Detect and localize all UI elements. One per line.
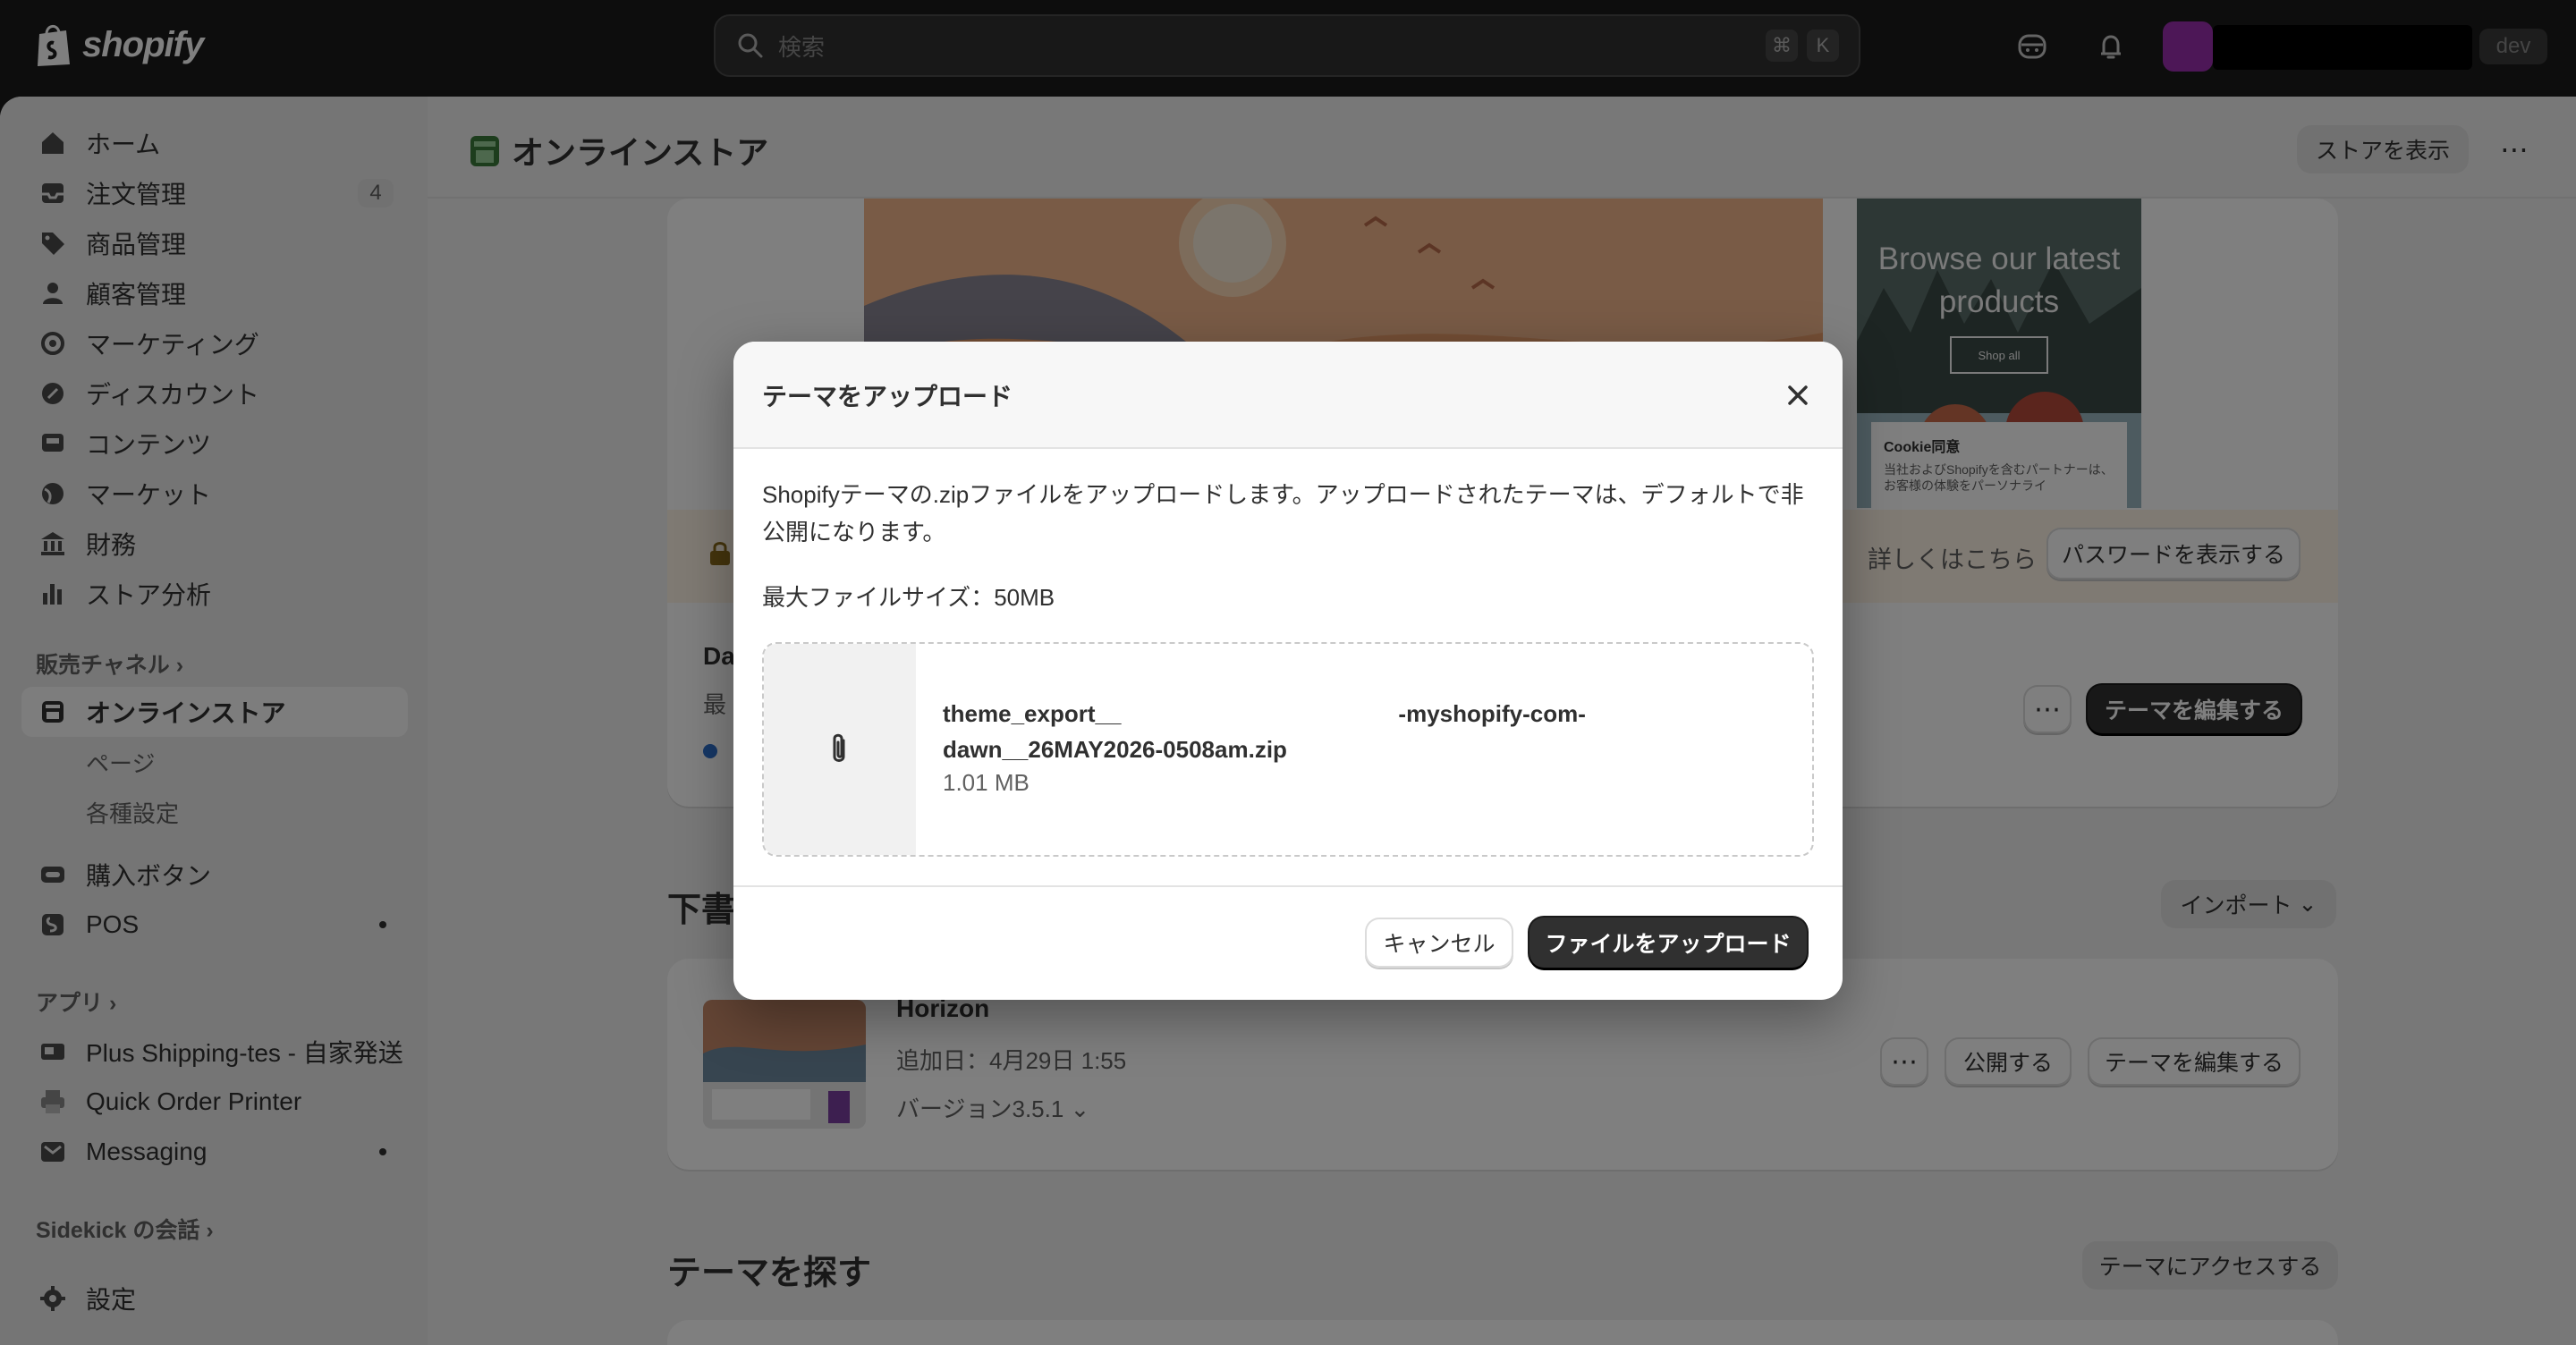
file-dropzone[interactable]: theme_export__ -myshopify-com- dawn__26MA… — [762, 642, 1814, 857]
file-name: theme_export__ -myshopify-com- dawn__26MA… — [943, 700, 1586, 763]
upload-file-button[interactable]: ファイルをアップロード — [1530, 918, 1807, 968]
modal-description: Shopifyテーマの.zipファイルをアップロードします。アップロードされたテ… — [762, 481, 1804, 546]
file-size: 1.01 MB — [943, 769, 1030, 796]
upload-theme-modal: テーマをアップロード Shopifyテーマの.zipファイルをアップロードします… — [733, 342, 1843, 1000]
paperclip-icon — [833, 733, 845, 762]
modal-title: テーマをアップロード — [762, 383, 1013, 410]
max-file-size: 最大ファイルサイズ：50MB — [762, 584, 1055, 611]
cancel-button[interactable]: キャンセル — [1365, 918, 1513, 968]
file-thumbnail — [764, 644, 916, 855]
close-icon[interactable] — [1780, 377, 1816, 413]
